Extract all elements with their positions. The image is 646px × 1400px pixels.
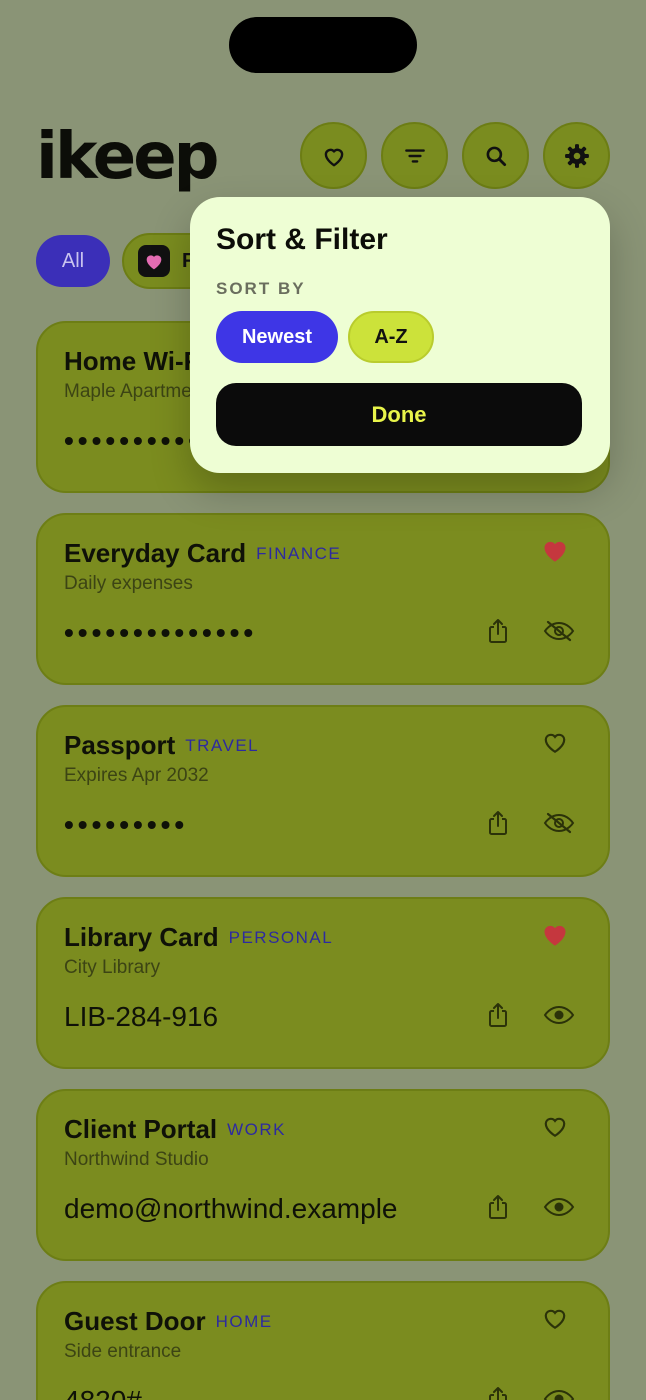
item-subtitle: City Library	[64, 957, 161, 978]
app-logo: ikeep	[36, 120, 219, 194]
sort-filter-popover: Sort & Filter SORT BY Newest A-Z Done	[190, 197, 610, 473]
category-tag: HOME	[215, 1312, 273, 1331]
app-screen: ikeep All F Home Wi-Fi Maple Apartment •…	[0, 0, 646, 1400]
category-tag: WORK	[227, 1120, 287, 1139]
item-subtitle: Side entrance	[64, 1341, 182, 1362]
item-title: Everyday Card FINANCE	[64, 538, 342, 568]
share-icon[interactable]	[484, 1383, 512, 1400]
item-subtitle: Maple Apartment	[64, 381, 208, 402]
popover-title: Sort & Filter	[216, 223, 388, 256]
eye-hidden-icon[interactable]	[542, 615, 576, 647]
sort-az-button[interactable]: A-Z	[348, 311, 434, 363]
filter-chip-all[interactable]: All	[36, 235, 110, 287]
favorite-heart-outline-icon[interactable]	[540, 727, 570, 757]
item-secret: ••••••••••••••	[64, 617, 258, 648]
item-title: Client Portal WORK	[64, 1114, 287, 1144]
item-secret: demo@northwind.example	[64, 1193, 398, 1224]
share-icon[interactable]	[484, 807, 512, 839]
category-tag: FINANCE	[256, 544, 342, 563]
settings-button[interactable]	[543, 122, 610, 189]
item-secret: ••••••••••	[64, 425, 203, 456]
favorite-heart-outline-icon[interactable]	[540, 1111, 570, 1141]
filter-button[interactable]	[381, 122, 448, 189]
item-subtitle: Northwind Studio	[64, 1149, 209, 1170]
filter-icon	[402, 143, 428, 169]
favorites-button[interactable]	[300, 122, 367, 189]
search-button[interactable]	[462, 122, 529, 189]
eye-hidden-icon[interactable]	[542, 807, 576, 839]
category-tag: PERSONAL	[228, 928, 334, 947]
item-secret: LIB-284-916	[64, 1001, 219, 1032]
heart-icon	[138, 245, 170, 277]
favorite-heart-filled-icon[interactable]	[540, 535, 570, 565]
item-card[interactable]: Library Card PERSONAL City Library LIB-28…	[36, 897, 610, 1069]
done-button[interactable]: Done	[216, 383, 582, 446]
item-subtitle: Daily expenses	[64, 573, 193, 594]
favorite-heart-filled-icon[interactable]	[540, 919, 570, 949]
heart-icon	[321, 143, 347, 169]
sort-newest-button[interactable]: Newest	[216, 311, 338, 363]
favorite-heart-outline-icon[interactable]	[540, 1303, 570, 1333]
category-tag: TRAVEL	[185, 736, 260, 755]
item-card[interactable]: Passport TRAVEL Expires Apr 2032 ••••••••…	[36, 705, 610, 877]
item-card[interactable]: Client Portal WORK Northwind Studio demo@…	[36, 1089, 610, 1261]
share-icon[interactable]	[484, 999, 512, 1031]
item-title: Home Wi-Fi	[64, 346, 207, 376]
share-icon[interactable]	[484, 615, 512, 647]
item-card[interactable]: Guest DoorHOME Side entrance 4820#	[36, 1281, 610, 1400]
item-card[interactable]: Everyday Card FINANCE Daily expenses ••••…	[36, 513, 610, 685]
item-secret: 4820#	[64, 1385, 142, 1400]
share-icon[interactable]	[484, 1191, 512, 1223]
item-subtitle: Expires Apr 2032	[64, 765, 209, 786]
item-title: Guest Door HOME	[64, 1306, 273, 1336]
item-secret: •••••••••	[64, 809, 189, 840]
gear-icon	[563, 142, 591, 170]
dynamic-island	[229, 17, 417, 73]
eye-icon[interactable]	[542, 1191, 576, 1223]
eye-icon[interactable]	[542, 999, 576, 1031]
search-icon	[483, 143, 509, 169]
item-title: Passport TRAVEL	[64, 730, 260, 760]
item-title: Library Card PERSONAL	[64, 922, 334, 952]
sort-by-label: SORT BY	[216, 279, 306, 298]
eye-icon[interactable]	[542, 1383, 576, 1400]
